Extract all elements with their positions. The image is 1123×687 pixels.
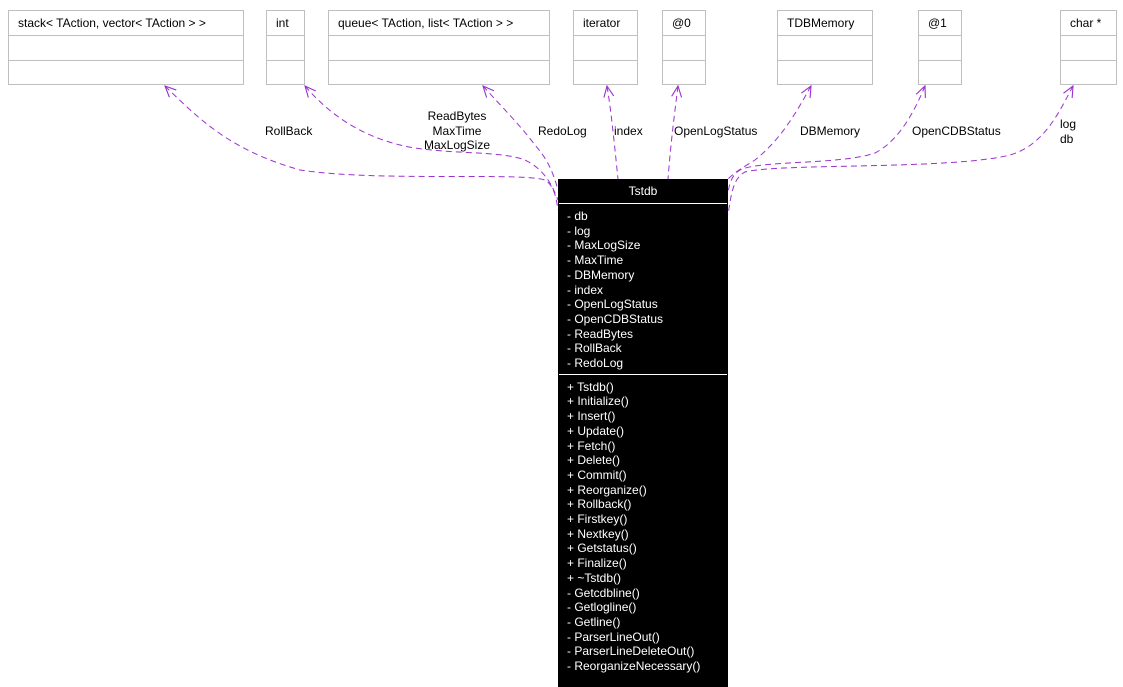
edge-label-maxtime: MaxTime: [432, 123, 482, 138]
edge-label-db: db: [1060, 131, 1074, 146]
class-attributes-section: [1061, 36, 1116, 61]
class-box-tstdb[interactable]: Tstdb - db - log - MaxLogSize - MaxTime - DB…: [558, 179, 728, 687]
edge-charptr: [727, 86, 1073, 216]
attribute-item[interactable]: - DBMemory: [567, 268, 728, 283]
edge-rollback: [165, 86, 559, 211]
edge-label-opencdbstatus: OpenCDBStatus: [912, 124, 1001, 138]
edge-label-index: index: [614, 124, 643, 138]
class-name: int: [267, 11, 304, 36]
class-methods-section: [329, 61, 549, 85]
class-name: @0: [663, 11, 705, 36]
edge-label-int: ReadBytes MaxTime MaxLogSize: [420, 109, 494, 153]
class-box-queue[interactable]: queue< TAction, list< TAction > >: [328, 10, 550, 85]
main-class-name: Tstdb: [628, 184, 658, 198]
attribute-list: - db - log - MaxLogSize - MaxTime - DBMemory…: [558, 204, 728, 374]
class-box-tdbmemory[interactable]: TDBMemory: [777, 10, 873, 85]
method-item[interactable]: - Getlogline(): [567, 600, 728, 615]
method-item[interactable]: + ~Tstdb(): [567, 571, 728, 586]
class-methods-section: [9, 61, 243, 85]
method-item[interactable]: + Insert(): [567, 409, 728, 424]
edge-opencdbstatus: [727, 86, 925, 193]
method-item[interactable]: - ParserLineDeleteOut(): [567, 644, 728, 659]
attribute-item[interactable]: - MaxLogSize: [567, 238, 728, 253]
method-item[interactable]: + Tstdb(): [567, 380, 728, 395]
class-name: TDBMemory: [778, 11, 872, 36]
method-item[interactable]: + Finalize(): [567, 556, 728, 571]
class-name: queue< TAction, list< TAction > >: [329, 11, 549, 36]
class-methods-section: [574, 61, 637, 85]
class-attributes-section: [329, 36, 549, 61]
attribute-item[interactable]: - RollBack: [567, 341, 728, 356]
class-attributes-section: [778, 36, 872, 61]
method-item[interactable]: - Getcdbline(): [567, 586, 728, 601]
attribute-item[interactable]: - index: [567, 283, 728, 298]
edge-label-redolog: RedoLog: [538, 124, 587, 138]
class-methods-section: [663, 61, 705, 85]
edge-label-dbmemory: DBMemory: [800, 124, 861, 138]
method-item[interactable]: + Firstkey(): [567, 512, 728, 527]
method-item[interactable]: + Getstatus(): [567, 541, 728, 556]
method-item[interactable]: + Update(): [567, 424, 728, 439]
class-attributes-section: [9, 36, 243, 61]
attribute-item[interactable]: - db: [567, 209, 728, 224]
class-box-stack[interactable]: stack< TAction, vector< TAction > >: [8, 10, 244, 85]
method-list: + Tstdb() + Initialize() + Insert() + Updat…: [558, 375, 728, 677]
attribute-item[interactable]: - MaxTime: [567, 253, 728, 268]
class-name: char *: [1061, 11, 1116, 36]
class-methods-section: [778, 61, 872, 85]
edge-label-charptr: log db: [1060, 117, 1076, 146]
method-item[interactable]: + Commit(): [567, 468, 728, 483]
class-attributes-section: [267, 36, 304, 61]
class-box-charptr[interactable]: char *: [1060, 10, 1117, 85]
class-attributes-section: [663, 36, 705, 61]
class-name: stack< TAction, vector< TAction > >: [9, 11, 243, 36]
edge-label-rollback: RollBack: [265, 124, 313, 138]
class-methods-section: [267, 61, 304, 85]
method-item[interactable]: + Initialize(): [567, 394, 728, 409]
method-item[interactable]: - Getline(): [567, 615, 728, 630]
class-name: @1: [919, 11, 961, 36]
method-item[interactable]: + Fetch(): [567, 439, 728, 454]
class-methods-section: [919, 61, 961, 85]
edge-label-log: log: [1060, 117, 1077, 131]
method-item[interactable]: + Reorganize(): [567, 483, 728, 498]
method-item[interactable]: + Rollback(): [567, 497, 728, 512]
attribute-item[interactable]: - ReadBytes: [567, 327, 728, 342]
class-box-int[interactable]: int: [266, 10, 305, 85]
edge-label-openlogstatus: OpenLogStatus: [674, 124, 758, 138]
edge-label-readbytes: ReadBytes: [427, 109, 487, 123]
attribute-item[interactable]: - OpenCDBStatus: [567, 312, 728, 327]
method-item[interactable]: - ReorganizeNecessary(): [567, 659, 728, 674]
class-attributes-section: [574, 36, 637, 61]
class-methods-section: [1061, 61, 1116, 85]
class-box-at1[interactable]: @1: [918, 10, 962, 85]
class-box-at0[interactable]: @0: [662, 10, 706, 85]
attribute-item[interactable]: - OpenLogStatus: [567, 297, 728, 312]
class-attributes-section: [919, 36, 961, 61]
class-name: iterator: [574, 11, 637, 36]
method-item[interactable]: + Delete(): [567, 453, 728, 468]
attribute-item[interactable]: - RedoLog: [567, 356, 728, 371]
method-item[interactable]: + Nextkey(): [567, 527, 728, 542]
attribute-item[interactable]: - log: [567, 224, 728, 239]
class-box-iterator[interactable]: iterator: [573, 10, 638, 85]
method-item[interactable]: - ParserLineOut(): [567, 630, 728, 645]
edge-label-maxlogsize: MaxLogSize: [423, 138, 491, 152]
